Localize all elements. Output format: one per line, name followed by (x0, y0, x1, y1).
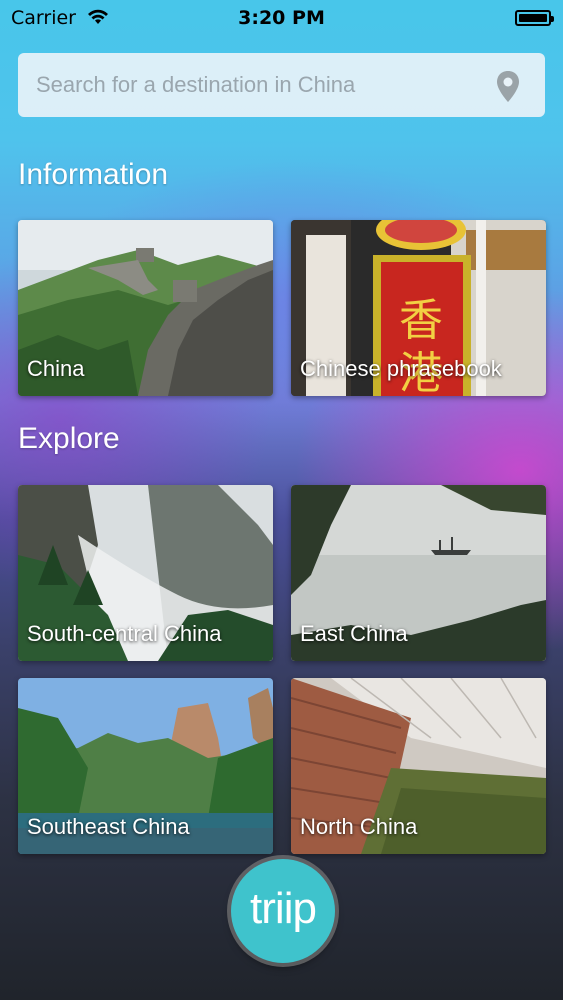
search-input[interactable] (18, 53, 478, 117)
clock: 3:20 PM (238, 7, 325, 29)
search-bar[interactable] (18, 53, 545, 117)
card-south-central-china[interactable]: South-central China (18, 485, 273, 661)
card-label: Southeast China (27, 814, 190, 839)
card-chinese-phrasebook[interactable]: 香 港 Chinese phrasebook (291, 220, 546, 396)
section-title-information: Information (18, 158, 169, 191)
triip-logo-button[interactable]: triip (231, 859, 335, 963)
card-southeast-china[interactable]: Southeast China (18, 678, 273, 854)
card-label: Chinese phrasebook (300, 356, 502, 381)
card-north-china[interactable]: North China (291, 678, 546, 854)
card-label: North China (300, 814, 418, 839)
card-label: China (27, 356, 85, 381)
location-pin-icon[interactable] (495, 70, 521, 108)
status-bar: Carrier 3:20 PM (0, 0, 563, 36)
card-label: East China (300, 621, 408, 646)
battery-icon (515, 10, 554, 26)
card-east-china[interactable]: East China (291, 485, 546, 661)
svg-text:香: 香 (399, 295, 443, 346)
section-title-explore: Explore (18, 422, 120, 455)
card-label: South-central China (27, 621, 222, 646)
logo-text: triip (250, 884, 317, 933)
card-china[interactable]: China (18, 220, 273, 396)
